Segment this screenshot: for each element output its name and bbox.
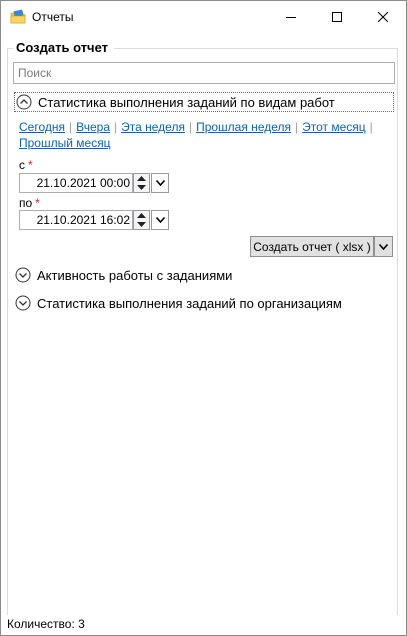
chevron-down-icon xyxy=(155,217,165,223)
section-label: Статистика выполнения заданий по организ… xyxy=(37,295,342,311)
section-header-work-types[interactable]: Статистика выполнения заданий по видам р… xyxy=(14,92,394,112)
spin-down-icon[interactable] xyxy=(134,183,149,192)
close-icon xyxy=(378,11,388,22)
section-label: Статистика выполнения заданий по видам р… xyxy=(38,94,335,110)
link-separator: | xyxy=(69,120,73,134)
link-this-week[interactable]: Эта неделя xyxy=(121,120,185,134)
title-bar[interactable]: Отчеты xyxy=(1,1,406,32)
required-mark: * xyxy=(35,196,40,210)
to-date-field[interactable]: 21.10.2021 16:02 xyxy=(19,210,133,230)
group-title: Создать отчет xyxy=(16,40,109,55)
group-border xyxy=(397,48,398,615)
collapse-icon xyxy=(16,94,32,110)
to-label: по * xyxy=(19,196,40,210)
section-header-organizations[interactable]: Статистика выполнения заданий по организ… xyxy=(14,293,342,313)
expand-icon xyxy=(15,295,31,311)
from-date-spinner[interactable] xyxy=(133,173,150,193)
reports-window: Отчеты Создать отчет Поиск Статистика вы… xyxy=(0,0,407,636)
maximize-icon xyxy=(332,11,342,22)
folder-report-icon xyxy=(10,9,26,25)
link-separator: | xyxy=(188,120,193,134)
minimize-icon xyxy=(286,16,296,18)
chevron-down-icon xyxy=(155,180,165,186)
to-date-spinner[interactable] xyxy=(133,210,150,230)
spin-up-icon[interactable] xyxy=(134,174,149,183)
link-last-week[interactable]: Прошлая неделя xyxy=(196,120,291,134)
from-date-field[interactable]: 21.10.2021 00:00 xyxy=(19,173,133,193)
section-label: Активность работы с заданиями xyxy=(37,267,233,283)
section-header-task-activity[interactable]: Активность работы с заданиями xyxy=(14,265,232,285)
minimize-button[interactable] xyxy=(268,1,314,32)
spin-down-icon[interactable] xyxy=(134,220,149,229)
spin-up-icon[interactable] xyxy=(134,211,149,220)
link-separator: | xyxy=(114,120,118,134)
link-today[interactable]: Сегодня xyxy=(19,120,65,134)
from-date-dropdown-button[interactable] xyxy=(151,173,169,193)
status-count: Количество: 3 xyxy=(7,617,85,631)
create-report-format-dropdown[interactable] xyxy=(374,236,393,257)
required-mark: * xyxy=(28,158,33,172)
window-title: Отчеты xyxy=(32,10,74,24)
to-date-dropdown-button[interactable] xyxy=(151,210,169,230)
maximize-button[interactable] xyxy=(314,1,360,32)
quick-date-links: Сегодня | Вчера | Эта неделя | Прошлая неделя |… xyxy=(19,119,379,151)
create-report-button[interactable]: Создать отчет ( xlsx ) xyxy=(250,236,374,257)
link-separator: | xyxy=(295,120,299,134)
close-button[interactable] xyxy=(360,1,406,32)
link-last-month[interactable]: Прошлый месяц xyxy=(19,136,111,150)
chevron-down-icon xyxy=(379,243,388,250)
group-border xyxy=(114,48,398,49)
link-separator: | xyxy=(369,120,373,134)
link-this-month[interactable]: Этот месяц xyxy=(302,120,366,134)
link-yesterday[interactable]: Вчера xyxy=(76,120,110,134)
group-border xyxy=(7,48,8,615)
expand-icon xyxy=(15,267,31,283)
from-label: с * xyxy=(19,158,33,172)
search-input[interactable]: Поиск xyxy=(13,62,395,84)
